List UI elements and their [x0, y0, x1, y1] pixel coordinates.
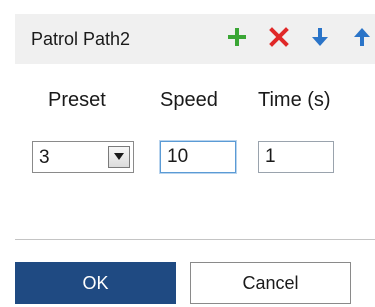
preset-column-label: Preset: [48, 89, 106, 111]
arrow-down-icon: [312, 28, 328, 46]
dropdown-button[interactable]: [108, 146, 130, 168]
preset-select[interactable]: 3: [32, 141, 134, 173]
plus-icon: [228, 28, 246, 46]
arrow-up-icon: [354, 28, 370, 46]
footer-divider: [15, 239, 375, 240]
x-icon: [269, 27, 289, 47]
speed-input[interactable]: [160, 141, 236, 173]
cancel-button[interactable]: Cancel: [190, 262, 351, 304]
speed-column-label: Speed: [160, 89, 218, 111]
add-icon[interactable]: [227, 27, 249, 51]
move-down-icon[interactable]: [311, 27, 333, 51]
patrol-path-title: Patrol Path2: [31, 29, 131, 49]
ok-button[interactable]: OK: [15, 262, 176, 304]
patrol-path-panel: Patrol Path2 Preset Speed Time (s) 3 10 …: [0, 0, 375, 307]
delete-icon[interactable]: [269, 27, 291, 51]
move-up-icon[interactable]: [353, 27, 375, 51]
time-input[interactable]: [258, 141, 334, 173]
time-column-label: Time (s): [258, 89, 331, 111]
chevron-down-icon: [114, 153, 124, 160]
patrol-path-header: Patrol Path2: [15, 14, 375, 64]
preset-select-value: 3: [39, 147, 50, 168]
